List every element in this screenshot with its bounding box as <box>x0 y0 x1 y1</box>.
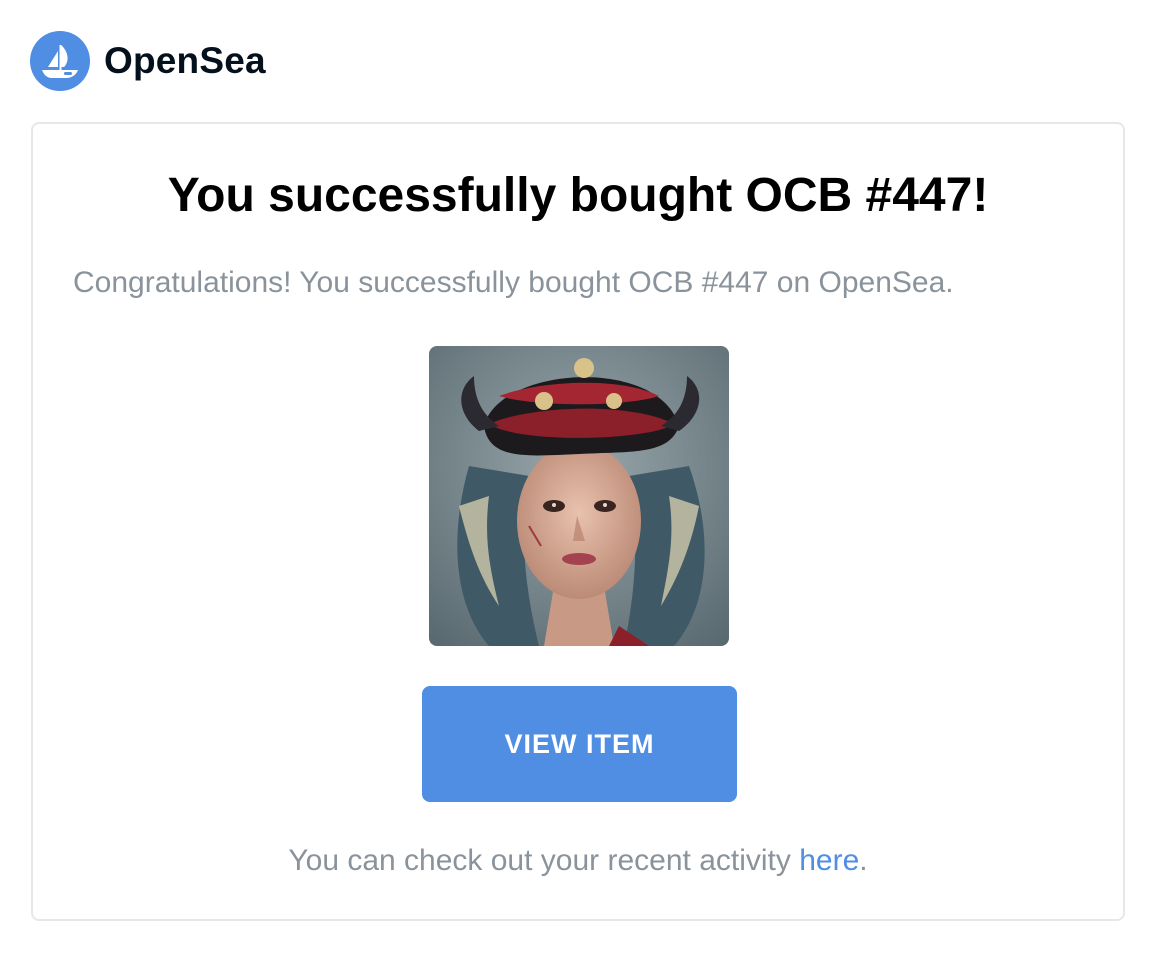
purchase-card: You successfully bought OCB #447! Congra… <box>31 122 1125 921</box>
recent-activity-suffix: . <box>859 844 868 877</box>
recent-activity-prefix: You can check out your recent activity <box>288 844 800 877</box>
card-title: You successfully bought OCB #447! <box>167 169 989 222</box>
recent-activity-link[interactable]: here <box>799 844 859 877</box>
email-page: OpenSea You successfully bought OCB #447… <box>0 0 1156 954</box>
brand-name: OpenSea <box>104 40 266 81</box>
view-item-button[interactable]: VIEW ITEM <box>422 686 737 802</box>
nft-portrait-image[interactable] <box>429 346 729 646</box>
opensea-brand[interactable]: OpenSea <box>30 30 266 92</box>
opensea-ship-icon <box>30 31 90 91</box>
recent-activity-text: You can check out your recent activity h… <box>33 844 1123 878</box>
card-message: Congratulations! You successfully bought… <box>73 266 954 299</box>
